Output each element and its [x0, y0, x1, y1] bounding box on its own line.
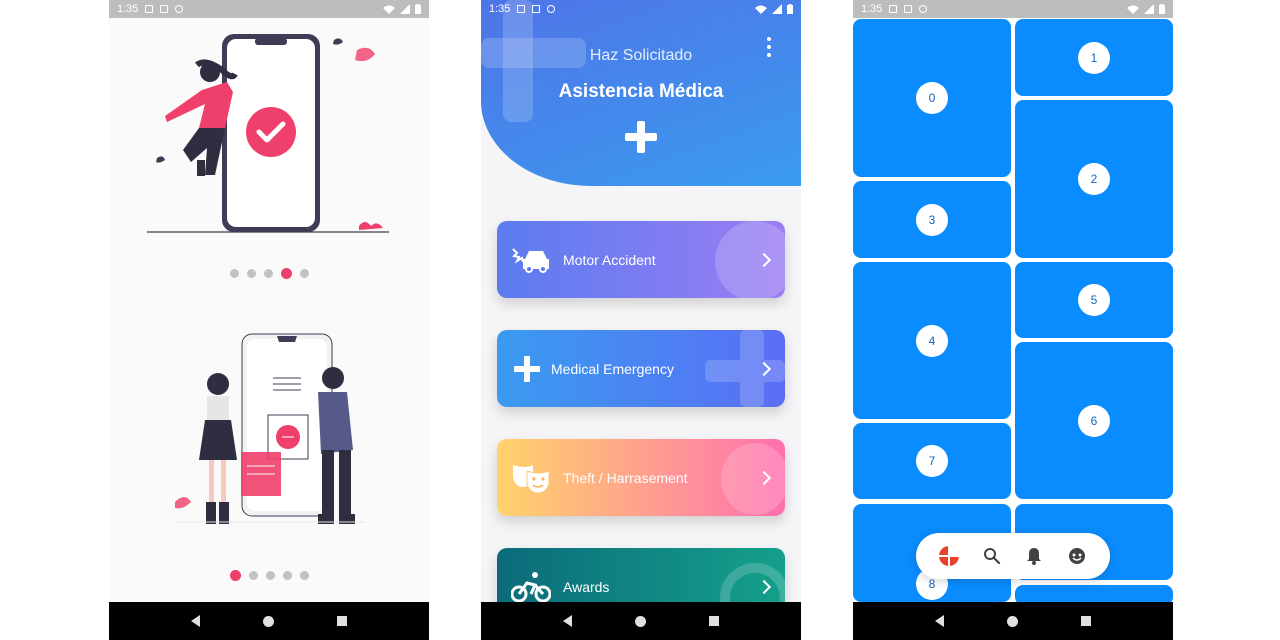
sd-card-icon	[160, 5, 169, 13]
card-label: Awards	[563, 578, 610, 595]
page-dot[interactable]	[299, 269, 309, 278]
page-dot[interactable]	[299, 571, 309, 580]
grid-tile[interactable]: 3	[853, 181, 1011, 258]
grid-tile[interactable]: 4	[853, 262, 1011, 419]
page-dot[interactable]	[282, 571, 292, 580]
tile-number: 0	[916, 82, 948, 114]
signal-icon	[1144, 4, 1154, 14]
grid-tile[interactable]: 5	[1015, 262, 1173, 338]
floating-bottom-nav	[916, 533, 1110, 579]
home-icon[interactable]	[634, 615, 646, 627]
android-nav-bar	[481, 602, 801, 640]
grid-tile[interactable]: 1	[1015, 19, 1173, 96]
tile-number: 2	[1078, 163, 1110, 195]
notification-icon	[889, 5, 898, 13]
battery-icon	[787, 4, 793, 14]
android-nav-bar	[109, 602, 429, 640]
card-label: Motor Accident	[563, 251, 656, 268]
tile-number: 5	[1078, 284, 1110, 316]
status-time: 1:35	[861, 3, 883, 15]
notification-icon	[145, 5, 154, 13]
notification-icon	[517, 5, 526, 13]
status-time: 1:35	[489, 3, 511, 15]
page-dot[interactable]	[265, 571, 275, 580]
car-crash-icon	[511, 244, 551, 276]
page-dot[interactable]	[229, 269, 239, 278]
page-dot-active[interactable]	[280, 268, 292, 279]
status-bar: 1:35	[109, 0, 429, 18]
header-banner: Haz Solicitado Asistencia Médica	[481, 0, 801, 186]
tile-number: 1	[1078, 41, 1110, 74]
face-icon[interactable]	[1066, 545, 1088, 567]
page-dot[interactable]	[248, 571, 258, 580]
home-icon[interactable]	[1006, 615, 1018, 627]
onboarding-screen: 1:35	[109, 0, 429, 640]
page-dot[interactable]	[263, 269, 273, 278]
sync-icon	[547, 5, 556, 13]
assistance-screen: Haz Solicitado Asistencia Médica 1:35 Mo…	[481, 0, 801, 640]
android-nav-bar	[853, 602, 1173, 640]
page-dot[interactable]	[246, 269, 256, 278]
staggered-grid-screen: 1:35 0 1 2 3 4 5 6 7 8	[853, 0, 1173, 640]
more-options-icon[interactable]	[766, 37, 772, 57]
back-icon[interactable]	[190, 615, 200, 627]
grid-tile[interactable]: 2	[1015, 100, 1173, 258]
status-bar: 1:35	[481, 0, 801, 18]
grid-tile[interactable]: 0	[853, 19, 1011, 177]
home-icon[interactable]	[262, 615, 274, 627]
sd-card-icon	[532, 5, 541, 13]
header-title: Asistencia Médica	[558, 81, 724, 102]
battery-icon	[1159, 4, 1165, 14]
sync-icon	[175, 5, 184, 13]
header-subtitle: Haz Solicitado	[589, 47, 693, 64]
tile-number: 3	[916, 203, 948, 236]
wifi-icon	[1127, 5, 1139, 14]
plus-icon[interactable]	[625, 121, 657, 153]
back-icon[interactable]	[562, 615, 572, 627]
medical-emergency-card[interactable]: Medical Emergency	[497, 330, 785, 407]
pie-chart-icon[interactable]	[938, 545, 960, 567]
theater-masks-icon	[511, 462, 551, 494]
status-time: 1:35	[117, 3, 139, 15]
grid-tile[interactable]: 6	[1015, 342, 1173, 499]
status-bar: 1:35	[853, 0, 1173, 18]
signal-icon	[400, 4, 410, 14]
grid-tile[interactable]: 7	[853, 423, 1011, 499]
page-indicator-bottom	[109, 570, 429, 581]
wifi-icon	[383, 5, 395, 14]
page-indicator-top	[109, 268, 429, 279]
wifi-icon	[755, 5, 767, 14]
recents-icon[interactable]	[709, 616, 720, 626]
sync-icon	[919, 5, 928, 13]
couple-phone-illustration	[175, 333, 365, 524]
card-label: Theft / Harrasement	[563, 469, 688, 486]
sd-card-icon	[904, 5, 913, 13]
theft-harrasement-card[interactable]: Theft / Harrasement	[497, 439, 785, 516]
plus-icon	[507, 353, 547, 385]
tile-number: 6	[1078, 404, 1110, 437]
search-icon[interactable]	[981, 545, 1003, 567]
back-icon[interactable]	[934, 615, 944, 627]
phone-check-illustration	[147, 34, 389, 233]
bicycle-icon	[511, 571, 551, 603]
card-label: Medical Emergency	[551, 360, 674, 377]
recents-icon[interactable]	[337, 616, 348, 626]
tile-number: 7	[916, 445, 948, 477]
signal-icon	[772, 4, 782, 14]
tile-number: 4	[916, 324, 948, 357]
bell-icon[interactable]	[1023, 545, 1045, 567]
motor-accident-card[interactable]: Motor Accident	[497, 221, 785, 298]
recents-icon[interactable]	[1081, 616, 1092, 626]
page-dot-active[interactable]	[229, 570, 241, 581]
battery-icon	[415, 4, 421, 14]
